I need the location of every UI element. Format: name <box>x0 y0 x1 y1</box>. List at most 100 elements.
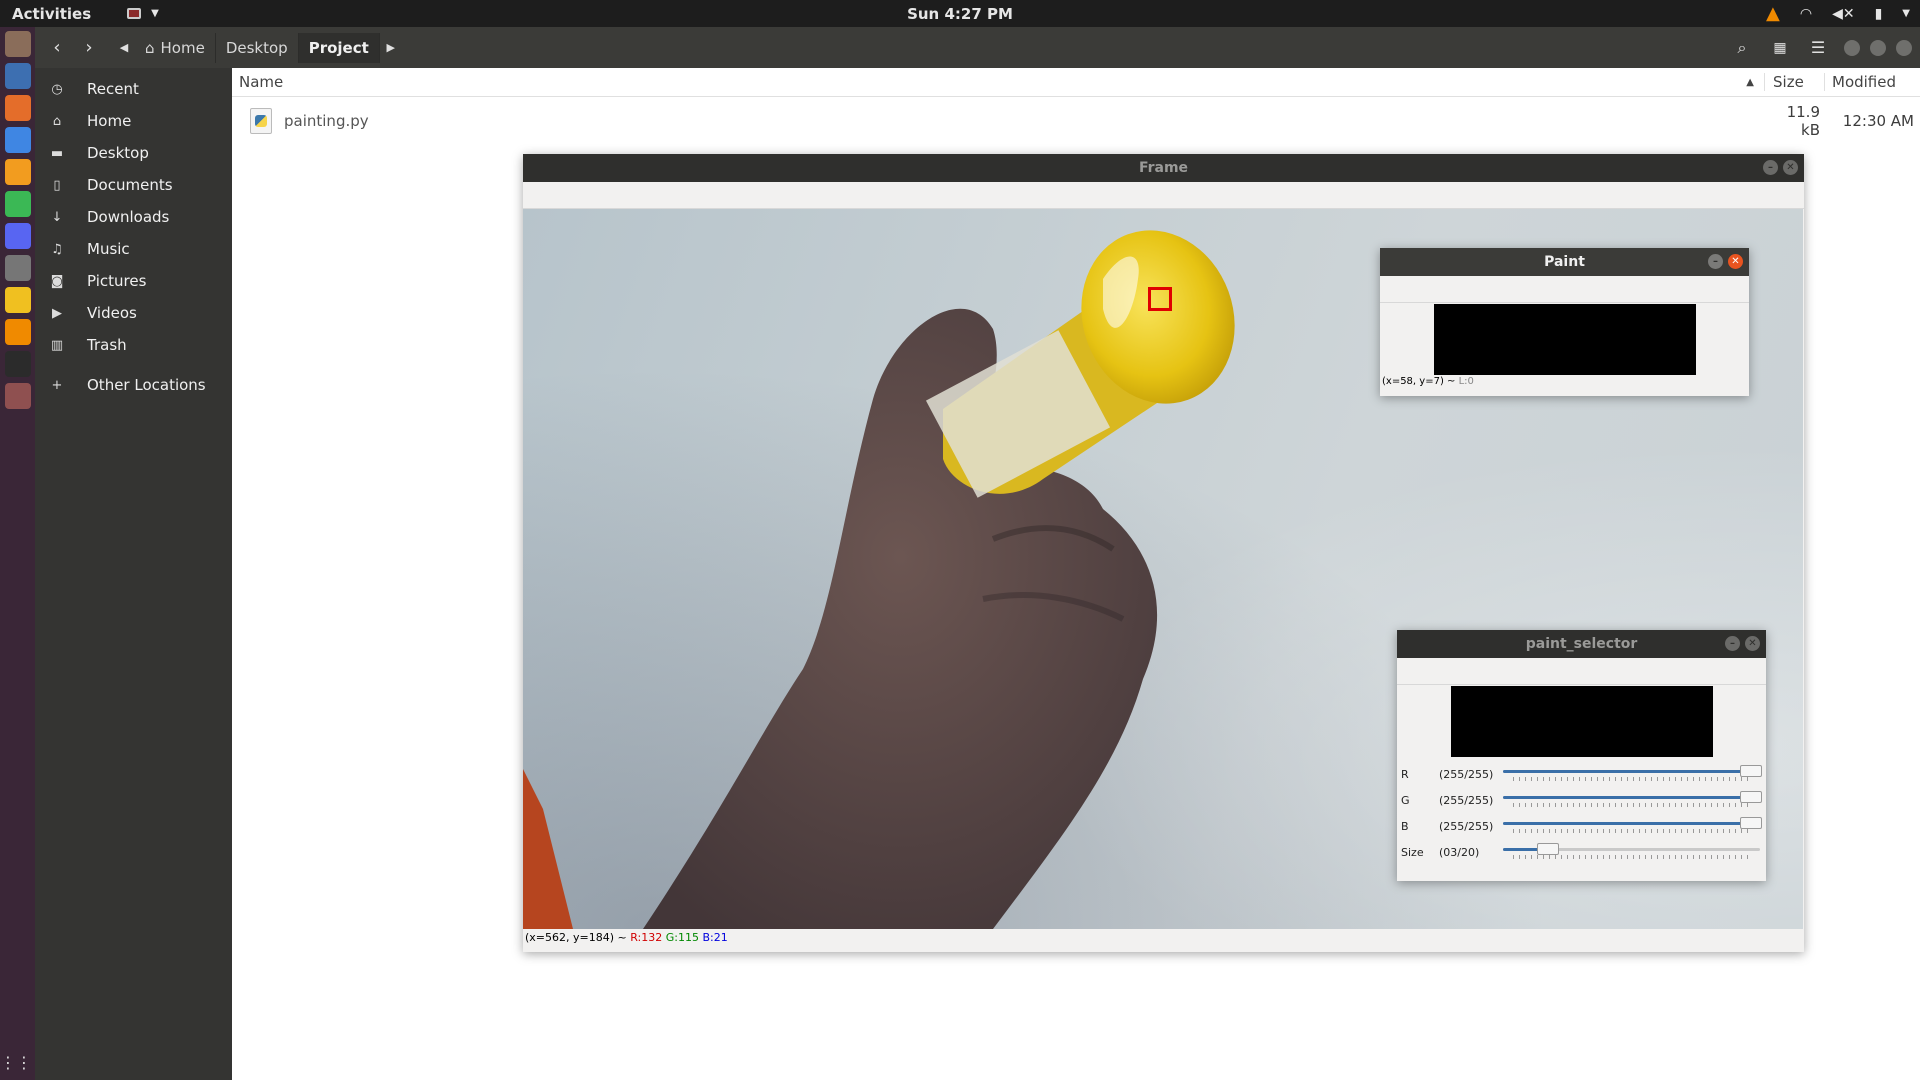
trackbar-slider[interactable] <box>1501 816 1762 836</box>
dock-discord-icon[interactable] <box>4 223 31 249</box>
trackbar-panel: R (255/255) G (255/255) B (255/255) Size (03/20… <box>1397 757 1766 865</box>
sidebar-item-label: Documents <box>87 176 173 194</box>
close-window-button[interactable] <box>1896 39 1912 56</box>
sidebar-item-documents[interactable]: ▯ Documents <box>35 169 232 201</box>
trackbar-handle[interactable] <box>1536 843 1559 855</box>
trackbar-b: B (255/255) <box>1397 813 1766 839</box>
trackbar-value: (03/20) <box>1439 845 1480 859</box>
trackbar-slider[interactable] <box>1501 842 1762 862</box>
chevron-down-icon: ▼ <box>151 8 159 19</box>
camera-icon: ◙ <box>50 273 64 289</box>
trackbar-g: G (255/255) <box>1397 787 1766 813</box>
dock-files-icon[interactable] <box>4 31 31 57</box>
sidebar-item-recent[interactable]: ◷ Recent <box>35 73 232 105</box>
system-tray[interactable]: ▲ ◠ ◀✕ ▮ ▼ <box>1766 0 1910 27</box>
sidebar-item-label: Recent <box>87 80 139 98</box>
dock-photos-icon[interactable] <box>4 255 31 281</box>
trackbar-label: Size <box>1401 845 1424 859</box>
trackbar-slider[interactable] <box>1501 790 1762 810</box>
dock: ⋮⋮⋮ <box>0 27 48 1080</box>
sidebar-item-home[interactable]: ⌂ Home <box>35 105 232 137</box>
file-list-header: Name ▲ Size Modified <box>232 68 1920 97</box>
trackbar-label: G <box>1401 793 1410 807</box>
column-size[interactable]: Size <box>1764 73 1824 91</box>
file-row[interactable]: painting.py 11.9 kB 12:30 AM <box>232 97 1920 145</box>
breadcrumb-home[interactable]: ⌂ Home <box>135 32 216 63</box>
sidebar-item-pictures[interactable]: ◙ Pictures <box>35 265 232 297</box>
breadcrumb-desktop[interactable]: Desktop <box>216 32 299 63</box>
grid-view-icon: ▦ <box>1773 39 1787 56</box>
sidebar-item-desktop[interactable]: ▬ Desktop <box>35 137 232 169</box>
wifi-icon: ◠ <box>1799 5 1813 22</box>
show-applications-icon[interactable]: ⋮⋮⋮ <box>0 1053 48 1072</box>
paint-selector-title: paint_selector <box>1525 636 1638 652</box>
dock-spotify-icon[interactable] <box>4 191 31 217</box>
app-menu[interactable]: ▼ <box>127 8 159 19</box>
sort-ascending-icon[interactable]: ▲ <box>1746 77 1754 88</box>
trackbar-handle[interactable] <box>1740 817 1762 829</box>
sidebar-item-label: Desktop <box>87 144 149 162</box>
paint-status-coords: (x=58, y=7) ~ <box>1382 376 1459 387</box>
paint-status-l: L:0 <box>1458 376 1474 387</box>
menu-button[interactable]: ☰ <box>1802 33 1834 63</box>
vlc-icon[interactable]: ▲ <box>1766 3 1780 24</box>
frame-window-title: Frame <box>1138 160 1189 176</box>
places-sidebar: ◷ Recent ⌂ Home ▬ Desktop ▯ Documents ↓ Downloads… <box>35 68 232 1080</box>
minimize-button[interactable]: – <box>1725 636 1740 651</box>
sidebar-item-music[interactable]: ♫ Music <box>35 233 232 265</box>
minimize-button[interactable]: – <box>1708 254 1723 269</box>
close-button[interactable]: ✕ <box>1783 160 1798 175</box>
trackbar-label: B <box>1401 819 1409 833</box>
sidebar-item-label: Trash <box>87 336 127 354</box>
paint-canvas[interactable] <box>1433 304 1696 375</box>
breadcrumb-left-arrow[interactable]: ◀ <box>113 33 135 63</box>
sidebar-item-downloads[interactable]: ↓ Downloads <box>35 201 232 233</box>
activities-button[interactable]: Activities <box>0 5 91 23</box>
paint-window-title: Paint <box>1544 254 1585 270</box>
forward-button[interactable]: › <box>73 33 105 63</box>
column-modified[interactable]: Modified <box>1824 73 1920 91</box>
column-name[interactable]: Name <box>232 73 1746 91</box>
dock-image-viewer-icon[interactable] <box>4 383 31 409</box>
sidebar-item-label: Videos <box>87 304 137 322</box>
trackbar-handle[interactable] <box>1740 765 1762 777</box>
frame-status-coords: (x=562, y=184) ~ <box>525 931 631 944</box>
home-icon: ⌂ <box>52 113 62 129</box>
close-button[interactable]: ✕ <box>1745 636 1760 651</box>
dock-notes-icon[interactable] <box>4 287 31 313</box>
sidebar-item-trash[interactable]: ▥ Trash <box>35 329 232 361</box>
dock-sublime-icon[interactable] <box>4 159 31 185</box>
trackbar-value: (255/255) <box>1439 793 1494 807</box>
trackbar-handle[interactable] <box>1740 791 1762 803</box>
dock-terminal-icon[interactable] <box>4 351 31 377</box>
system-menu-chevron-icon[interactable]: ▼ <box>1902 8 1910 19</box>
clock[interactable]: Sun 4:27 PM <box>0 5 1920 23</box>
trackbar-slider[interactable] <box>1501 764 1762 784</box>
maximize-window-button[interactable] <box>1870 39 1886 56</box>
breadcrumb-right-arrow[interactable]: ▶ <box>380 33 402 63</box>
dock-chromium-icon[interactable] <box>4 127 31 153</box>
sidebar-item-videos[interactable]: ▶ Videos <box>35 297 232 329</box>
search-button[interactable]: ⌕ <box>1726 33 1758 63</box>
frame-status-bar: (x=562, y=184) ~ R:132 G:115 B:21 <box>523 929 1804 947</box>
back-button[interactable]: ‹ <box>41 33 73 63</box>
sidebar-item-other-locations[interactable]: + Other Locations <box>35 369 232 401</box>
view-toggle-button[interactable]: ▦ <box>1764 33 1796 63</box>
dock-vlc-icon[interactable] <box>4 319 31 345</box>
files-headerbar: ‹ › ◀ ⌂ Home Desktop Project ▶ ⌕ ▦ ☰ <box>35 27 1920 68</box>
trash-icon: ▥ <box>50 337 64 353</box>
sidebar-item-label: Other Locations <box>87 376 206 394</box>
paint-window-titlebar[interactable]: Paint – ✕ <box>1380 248 1749 276</box>
dock-software-center-icon[interactable] <box>4 95 31 121</box>
breadcrumb-project[interactable]: Project <box>298 32 380 63</box>
pointer-marker <box>1148 287 1172 311</box>
paint-window: Paint – ✕ (x=58, y=7) ~ L:0 <box>1380 248 1749 396</box>
close-button[interactable]: ✕ <box>1728 254 1743 269</box>
minimize-button[interactable]: – <box>1763 160 1778 175</box>
paint-window-toolbar <box>1380 276 1749 303</box>
minimize-window-button[interactable] <box>1844 39 1860 56</box>
dock-text-editor-icon[interactable] <box>4 63 31 89</box>
frame-window-titlebar[interactable]: Frame – ✕ <box>523 154 1804 182</box>
top-panel: Activities ▼ Sun 4:27 PM ▲ ◠ ◀✕ ▮ ▼ <box>0 0 1920 27</box>
paint-selector-titlebar[interactable]: paint_selector – ✕ <box>1397 630 1766 658</box>
